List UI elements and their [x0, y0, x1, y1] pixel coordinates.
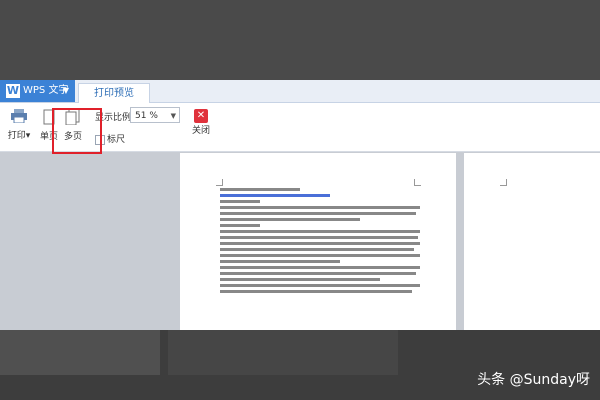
highlight-box — [52, 108, 102, 154]
preview-page-2[interactable] — [464, 153, 600, 330]
dark-overlay-bottom — [0, 330, 600, 400]
title-bar: W WPS 文字 ▼ 打印预览 — [0, 80, 600, 103]
close-label: 关闭 — [191, 126, 210, 136]
dark-overlay-top — [0, 0, 600, 80]
preview-page-1[interactable] — [180, 153, 456, 330]
tab-print-preview[interactable]: 打印预览 — [78, 83, 150, 103]
close-icon: ✕ — [194, 109, 208, 123]
watermark-text: 头条 @Sunday呀 — [477, 372, 590, 388]
print-label: 打印 — [7, 131, 26, 141]
chevron-down-icon: ▼ — [170, 112, 176, 120]
page-text-content — [220, 185, 420, 296]
app-title: WPS 文字 — [23, 85, 69, 96]
app-menu-button[interactable]: W WPS 文字 ▼ — [0, 80, 75, 102]
margin-corner-mark — [500, 179, 507, 186]
zoom-value: 51 % — [135, 111, 158, 121]
chevron-down-icon: ▼ — [62, 86, 69, 95]
printer-icon — [11, 109, 27, 123]
background-panel — [0, 330, 160, 375]
close-preview-button[interactable]: ✕ 关闭 — [190, 109, 212, 147]
print-button[interactable]: 打印▾ — [4, 109, 34, 147]
dropdown-arrow-icon[interactable]: ▾ — [26, 131, 31, 141]
wps-logo-icon: W — [6, 84, 20, 98]
ruler-label: 标尺 — [107, 135, 126, 145]
background-panel — [168, 330, 398, 375]
zoom-select[interactable]: 51 % ▼ — [130, 107, 180, 123]
